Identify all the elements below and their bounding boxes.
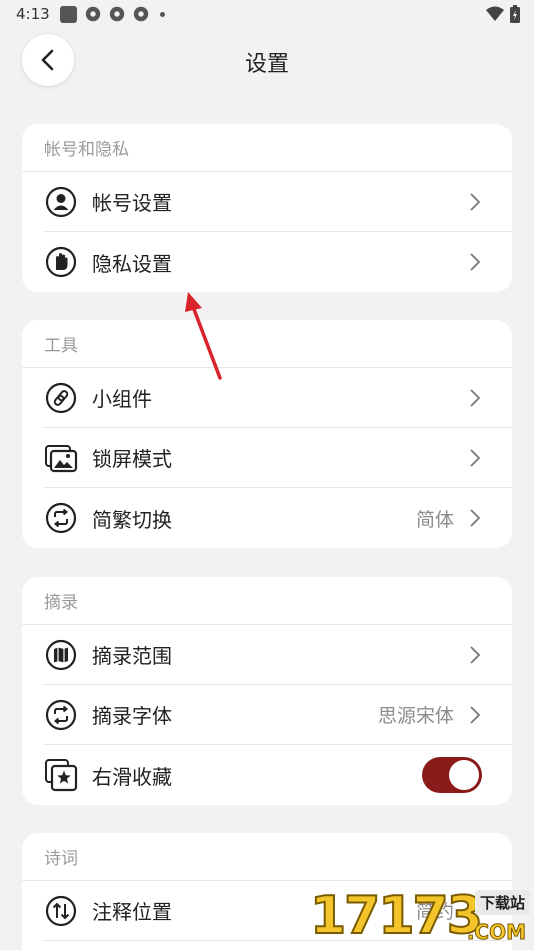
settings-row-lockscreen[interactable]: 锁屏模式 — [44, 428, 512, 488]
notification-icon — [59, 5, 77, 23]
link-icon — [44, 381, 78, 415]
row-label: 帐号设置 — [92, 191, 172, 215]
section-title: 摘录 — [22, 577, 512, 625]
settings-row-swipe-favorite: 右滑收藏 — [44, 745, 512, 805]
chevron-right-icon — [462, 189, 488, 215]
top-bar: 设置 — [0, 34, 534, 88]
toggle-knob — [449, 760, 479, 790]
row-label: 简繁切换 — [92, 507, 172, 532]
battery-icon — [510, 5, 520, 23]
settings-row-excerpt-range[interactable]: 摘录范围 — [44, 625, 512, 685]
app-notification-icon — [85, 6, 100, 22]
chevron-right-icon — [462, 702, 488, 728]
settings-row-widget[interactable]: 小组件 — [44, 368, 512, 428]
app-notification-icon — [109, 6, 124, 22]
row-value: 简体 — [415, 508, 454, 531]
watermark-number: 17173 — [309, 885, 484, 947]
row-label: 右滑收藏 — [92, 764, 172, 789]
star-collection-icon — [44, 758, 78, 792]
row-label: 锁屏模式 — [92, 447, 172, 471]
watermark-tag: 下载站 — [474, 890, 530, 915]
section-title: 工具 — [22, 320, 512, 368]
swap-icon — [44, 698, 78, 732]
chevron-right-icon — [462, 445, 488, 471]
hand-stop-icon — [44, 245, 78, 279]
row-value: 思源宋体 — [377, 705, 454, 727]
section-tools: 工具 小组件 锁屏模式 简繁切换 简体 — [22, 320, 512, 548]
wifi-icon — [486, 6, 504, 21]
watermark-logo: 17173 下载站 .COM — [309, 885, 534, 950]
image-gallery-icon — [44, 441, 78, 475]
chevron-right-icon — [462, 642, 488, 668]
row-label: 小组件 — [92, 387, 152, 411]
settings-row-excerpt-font[interactable]: 摘录字体 思源宋体 — [44, 685, 512, 745]
section-account-privacy: 帐号和隐私 帐号设置 隐私设置 — [22, 124, 512, 292]
settings-row-script-convert[interactable]: 简繁切换 简体 — [44, 488, 512, 548]
chevron-right-icon — [462, 249, 488, 275]
chevron-right-icon — [462, 505, 488, 531]
chevron-right-icon — [462, 385, 488, 411]
user-icon — [44, 185, 78, 219]
page-title: 设置 — [244, 52, 289, 77]
row-label: 隐私设置 — [92, 251, 172, 276]
settings-row-privacy[interactable]: 隐私设置 — [44, 232, 512, 292]
section-title: 诗词 — [22, 833, 512, 881]
annotation-arrow — [185, 292, 222, 380]
status-bar: 4:13 — [0, 0, 534, 28]
watermark-suffix: .COM — [466, 920, 526, 945]
section-title: 帐号和隐私 — [22, 124, 512, 172]
more-notifications-icon — [159, 11, 165, 17]
settings-row-account[interactable]: 帐号设置 — [44, 172, 512, 232]
row-label: 摘录字体 — [92, 704, 172, 728]
status-time: 4:13 — [16, 5, 50, 23]
swap-icon — [44, 501, 78, 535]
section-excerpt: 摘录 摘录范围 摘录字体 思源宋体 右滑收藏 — [22, 577, 512, 805]
sort-arrows-icon — [44, 894, 78, 928]
map-icon — [44, 638, 78, 672]
row-label: 摘录范围 — [92, 644, 172, 668]
swipe-favorite-toggle[interactable] — [422, 757, 482, 793]
app-notification-icon — [133, 6, 148, 22]
